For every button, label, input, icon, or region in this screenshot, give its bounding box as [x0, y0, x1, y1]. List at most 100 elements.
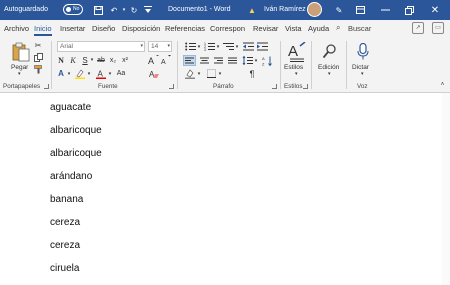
align-center-button[interactable] — [198, 55, 210, 66]
line-spacing-icon[interactable] — [241, 55, 253, 66]
paragraph-launcher-icon[interactable] — [272, 84, 277, 89]
customize-toolbar-icon[interactable] — [142, 4, 154, 16]
font-color-icon[interactable]: A — [95, 68, 107, 79]
superscript-button[interactable]: x² — [120, 55, 130, 65]
tab-referencias[interactable]: Referencias — [165, 24, 205, 33]
bold-button[interactable]: N — [56, 55, 66, 65]
title-bar: Autoguardado No ↶ ▾ ↻ Documento1 - Word … — [0, 0, 450, 20]
microphone-icon[interactable] — [353, 41, 373, 61]
underline-dropdown-icon[interactable]: ▾ — [89, 55, 95, 65]
separator — [346, 41, 347, 89]
tab-disposicion[interactable]: Disposición — [122, 24, 160, 33]
styles-icon[interactable]: A — [286, 41, 308, 63]
tab-archivo[interactable]: Archivo — [4, 24, 29, 33]
highlight-icon[interactable] — [74, 68, 86, 79]
strikethrough-button[interactable]: ab — [96, 55, 106, 65]
pen-icon[interactable]: ✎ — [333, 4, 345, 16]
text-effects-dropdown-icon[interactable]: ▾ — [66, 68, 72, 79]
clear-formatting-icon[interactable]: A — [148, 68, 160, 79]
highlight-dropdown-icon[interactable]: ▾ — [86, 68, 92, 79]
search-box[interactable]: Buscar — [348, 24, 371, 33]
shading-dropdown-icon[interactable]: ▾ — [196, 68, 202, 79]
font-color-dropdown-icon[interactable]: ▾ — [107, 68, 113, 79]
multilevel-list-icon[interactable] — [222, 41, 234, 52]
format-painter-icon[interactable] — [33, 64, 43, 74]
font-launcher-icon[interactable] — [169, 84, 174, 89]
document-title: Documento1 - Word — [168, 6, 231, 13]
redo-icon[interactable]: ↻ — [128, 4, 140, 16]
line-spacing-dropdown-icon[interactable]: ▾ — [253, 55, 259, 66]
ribbon-display-icon[interactable] — [353, 3, 367, 17]
dictate-dropdown-icon[interactable]: ▾ — [361, 71, 364, 77]
change-case-icon[interactable]: Aa — [116, 68, 126, 79]
svg-text:A: A — [262, 56, 265, 61]
justify-button[interactable] — [226, 55, 238, 66]
tab-inicio[interactable]: Inicio — [34, 24, 52, 36]
font-name-combo[interactable]: Arial ▾ — [57, 41, 145, 52]
text-effects-icon[interactable]: A — [56, 68, 66, 79]
list-item: cereza — [50, 240, 81, 251]
tab-insertar[interactable]: Insertar — [60, 24, 85, 33]
document-canvas[interactable]: aguacate albaricoque albaricoque arándan… — [0, 93, 450, 285]
dictate-label[interactable]: Dictar — [352, 64, 369, 71]
ribbon: Pegar ▾ ✂ Portapapeles Arial ▾ 14 ▾ N K … — [0, 38, 450, 93]
font-grow-icon[interactable]: A — [148, 54, 160, 65]
tab-revisar[interactable]: Revisar — [253, 24, 278, 33]
numbering-icon[interactable]: 123 — [203, 41, 215, 52]
share-icon[interactable]: ↗ — [412, 22, 424, 34]
numbering-dropdown-icon[interactable]: ▾ — [215, 41, 221, 52]
editing-label[interactable]: Edición — [318, 64, 339, 71]
close-icon[interactable]: ✕ — [428, 3, 442, 17]
paste-icon[interactable] — [10, 41, 32, 63]
list-item: banana — [50, 194, 84, 205]
warning-icon[interactable]: ▲ — [246, 4, 258, 16]
decrease-indent-icon[interactable] — [242, 41, 254, 52]
tab-correspondencia[interactable]: Correspon — [210, 24, 245, 33]
comments-icon[interactable]: ▭ — [432, 22, 444, 34]
align-left-button[interactable] — [183, 55, 196, 66]
font-size-combo[interactable]: 14 ▾ — [148, 41, 172, 52]
increase-indent-icon[interactable] — [256, 41, 268, 52]
borders-icon[interactable] — [205, 68, 217, 79]
shading-icon[interactable] — [184, 68, 196, 79]
minimize-icon[interactable] — [378, 3, 392, 17]
clipboard-launcher-icon[interactable] — [44, 84, 49, 89]
search-icon[interactable]: ⌕ — [336, 23, 340, 33]
align-right-button[interactable] — [212, 55, 224, 66]
copy-icon[interactable] — [33, 52, 43, 62]
multilevel-dropdown-icon[interactable]: ▾ — [234, 41, 240, 52]
svg-text:3: 3 — [204, 48, 206, 51]
font-shrink-icon[interactable]: A — [160, 54, 172, 65]
vertical-scrollbar[interactable] — [442, 93, 450, 285]
sort-icon[interactable]: AZ — [261, 55, 273, 66]
tab-vista[interactable]: Vista — [285, 24, 302, 33]
font-name-value: Arial — [60, 43, 74, 50]
user-avatar[interactable] — [307, 2, 322, 17]
font-group-label: Fuente — [98, 83, 118, 90]
save-icon[interactable] — [92, 4, 104, 16]
editing-dropdown-icon[interactable]: ▾ — [328, 71, 331, 77]
paste-label[interactable]: Pegar — [11, 64, 28, 71]
italic-button[interactable]: K — [68, 55, 78, 65]
show-formatting-icon[interactable]: ¶ — [247, 68, 257, 79]
subscript-button[interactable]: x₂ — [108, 55, 118, 65]
tab-ayuda[interactable]: Ayuda — [308, 24, 329, 33]
styles-launcher-icon[interactable] — [303, 84, 308, 89]
restore-icon[interactable] — [402, 3, 416, 17]
tab-diseno[interactable]: Diseño — [92, 24, 115, 33]
editing-icon[interactable] — [320, 41, 340, 61]
autosave-toggle[interactable]: No — [63, 4, 83, 15]
styles-dropdown-icon[interactable]: ▾ — [295, 71, 298, 77]
styles-label[interactable]: Estilos — [284, 64, 303, 71]
collapse-ribbon-icon[interactable]: ˄ — [438, 80, 447, 89]
font-size-value: 14 — [151, 43, 159, 50]
ribbon-tabs: Archivo Inicio Insertar Diseño Disposici… — [0, 20, 450, 38]
svg-text:A: A — [148, 56, 154, 65]
paste-dropdown-icon[interactable]: ▾ — [18, 71, 21, 77]
cut-icon[interactable]: ✂ — [33, 40, 43, 50]
borders-dropdown-icon[interactable]: ▾ — [217, 68, 223, 79]
user-name[interactable]: Iván Ramírez — [264, 6, 306, 13]
bullets-dropdown-icon[interactable]: ▾ — [196, 41, 202, 52]
separator — [51, 41, 52, 89]
bullets-icon[interactable] — [184, 41, 196, 52]
